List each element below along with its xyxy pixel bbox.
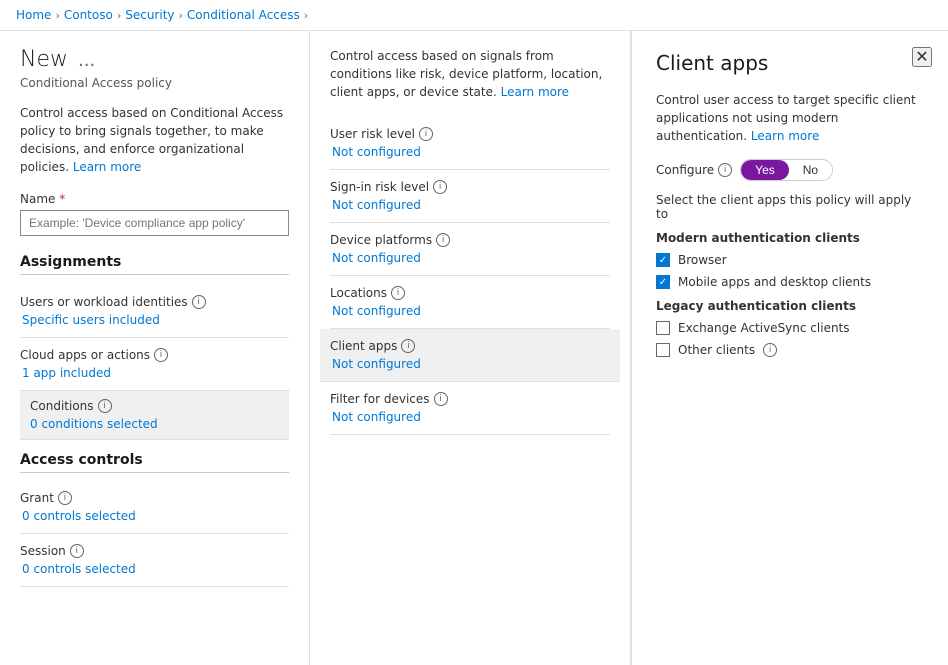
users-label: Users or workload identities xyxy=(20,295,188,309)
user-risk-value[interactable]: Not configured xyxy=(330,145,610,159)
conditions-info-icon[interactable]: i xyxy=(98,399,112,413)
configure-toggle[interactable]: Yes No xyxy=(740,159,833,181)
apply-label: Select the client apps this policy will … xyxy=(656,193,924,221)
breadcrumb-contoso[interactable]: Contoso xyxy=(64,8,113,22)
signin-risk-label: Sign-in risk level xyxy=(330,180,429,194)
breadcrumb-sep-2: › xyxy=(117,9,121,22)
filter-devices-label: Filter for devices xyxy=(330,392,430,406)
signin-risk-value[interactable]: Not configured xyxy=(330,198,610,212)
page-subtitle: Conditional Access policy xyxy=(20,76,289,90)
breadcrumb-conditional-access[interactable]: Conditional Access xyxy=(187,8,300,22)
signin-risk-row: Sign-in risk level i Not configured xyxy=(330,170,610,223)
breadcrumb-home[interactable]: Home xyxy=(16,8,51,22)
other-clients-info-icon[interactable]: i xyxy=(763,343,777,357)
user-risk-info-icon[interactable]: i xyxy=(419,127,433,141)
access-controls-header: Access controls xyxy=(20,452,289,473)
checkbox-exchange[interactable]: Exchange ActiveSync clients xyxy=(656,321,924,335)
breadcrumb-sep-4: › xyxy=(304,9,308,22)
checkbox-mobile-label: Mobile apps and desktop clients xyxy=(678,275,871,289)
device-platforms-row: Device platforms i Not configured xyxy=(330,223,610,276)
breadcrumb-sep-3: › xyxy=(179,9,183,22)
cloud-label: Cloud apps or actions xyxy=(20,348,150,362)
assignments-header: Assignments xyxy=(20,254,289,275)
session-value[interactable]: 0 controls selected xyxy=(20,562,289,576)
breadcrumb-sep-1: › xyxy=(55,9,59,22)
session-section: Session i 0 controls selected xyxy=(20,534,289,587)
grant-info-icon[interactable]: i xyxy=(58,491,72,505)
device-platforms-value[interactable]: Not configured xyxy=(330,251,610,265)
device-platforms-info-icon[interactable]: i xyxy=(436,233,450,247)
locations-label: Locations xyxy=(330,286,387,300)
name-field-label: Name * xyxy=(20,192,289,206)
client-apps-label: Client apps xyxy=(330,339,397,353)
configure-row: Configure i Yes No xyxy=(656,159,924,181)
checkbox-other-input[interactable] xyxy=(656,343,670,357)
conditions-block: Conditions i 0 conditions selected xyxy=(20,391,289,440)
checkbox-exchange-label: Exchange ActiveSync clients xyxy=(678,321,850,335)
configure-info-icon[interactable]: i xyxy=(718,163,732,177)
grant-value[interactable]: 0 controls selected xyxy=(20,509,289,523)
client-apps-panel: Client apps ✕ Control user access to tar… xyxy=(630,31,948,665)
session-info-icon[interactable]: i xyxy=(70,544,84,558)
device-platforms-label: Device platforms xyxy=(330,233,432,247)
checkbox-browser[interactable]: Browser xyxy=(656,253,924,267)
checkbox-exchange-input[interactable] xyxy=(656,321,670,335)
checkbox-other[interactable]: Other clients i xyxy=(656,343,924,357)
conditions-value[interactable]: 0 conditions selected xyxy=(30,417,279,431)
modern-auth-label: Modern authentication clients xyxy=(656,231,924,245)
session-label: Session xyxy=(20,544,66,558)
cloud-apps-section: Cloud apps or actions i 1 app included xyxy=(20,338,289,391)
client-apps-info-icon[interactable]: i xyxy=(401,339,415,353)
signin-risk-info-icon[interactable]: i xyxy=(433,180,447,194)
users-section: Users or workload identities i Specific … xyxy=(20,285,289,338)
grant-section: Grant i 0 controls selected xyxy=(20,481,289,534)
checkbox-mobile-desktop[interactable]: Mobile apps and desktop clients xyxy=(656,275,924,289)
learn-more-link-left[interactable]: Learn more xyxy=(73,160,141,174)
locations-value[interactable]: Not configured xyxy=(330,304,610,318)
checkbox-other-label: Other clients xyxy=(678,343,755,357)
checkbox-mobile-input[interactable] xyxy=(656,275,670,289)
breadcrumb: Home › Contoso › Security › Conditional … xyxy=(0,0,948,31)
page-title-dots: ... xyxy=(78,50,95,71)
filter-devices-info-icon[interactable]: i xyxy=(434,392,448,406)
left-description: Control access based on Conditional Acce… xyxy=(20,104,289,176)
locations-info-icon[interactable]: i xyxy=(391,286,405,300)
panel-description: Control user access to target specific c… xyxy=(656,91,924,145)
client-apps-row: Client apps i Not configured xyxy=(320,329,620,382)
grant-label: Grant xyxy=(20,491,54,505)
conditions-description: Control access based on signals from con… xyxy=(330,47,610,101)
configure-label-text: Configure xyxy=(656,163,714,177)
conditions-learn-more[interactable]: Learn more xyxy=(501,85,569,99)
client-apps-value[interactable]: Not configured xyxy=(330,357,610,371)
name-input[interactable] xyxy=(20,210,289,236)
checkbox-browser-label: Browser xyxy=(678,253,727,267)
filter-devices-value[interactable]: Not configured xyxy=(330,410,610,424)
user-risk-row: User risk level i Not configured xyxy=(330,117,610,170)
required-marker: * xyxy=(59,192,65,206)
locations-row: Locations i Not configured xyxy=(330,276,610,329)
panel-learn-more[interactable]: Learn more xyxy=(751,129,819,143)
page-title: New xyxy=(20,47,68,72)
filter-devices-row: Filter for devices i Not configured xyxy=(330,382,610,435)
user-risk-label: User risk level xyxy=(330,127,415,141)
users-value[interactable]: Specific users included xyxy=(20,313,289,327)
cloud-info-icon[interactable]: i xyxy=(154,348,168,362)
legacy-auth-label: Legacy authentication clients xyxy=(656,299,924,313)
client-apps-panel-title: Client apps xyxy=(656,51,924,75)
users-info-icon[interactable]: i xyxy=(192,295,206,309)
close-button[interactable]: ✕ xyxy=(912,47,932,67)
checkbox-browser-input[interactable] xyxy=(656,253,670,267)
toggle-yes[interactable]: Yes xyxy=(741,160,789,180)
breadcrumb-security[interactable]: Security xyxy=(125,8,174,22)
toggle-no[interactable]: No xyxy=(789,160,832,180)
cloud-value[interactable]: 1 app included xyxy=(20,366,289,380)
conditions-label: Conditions xyxy=(30,399,94,413)
